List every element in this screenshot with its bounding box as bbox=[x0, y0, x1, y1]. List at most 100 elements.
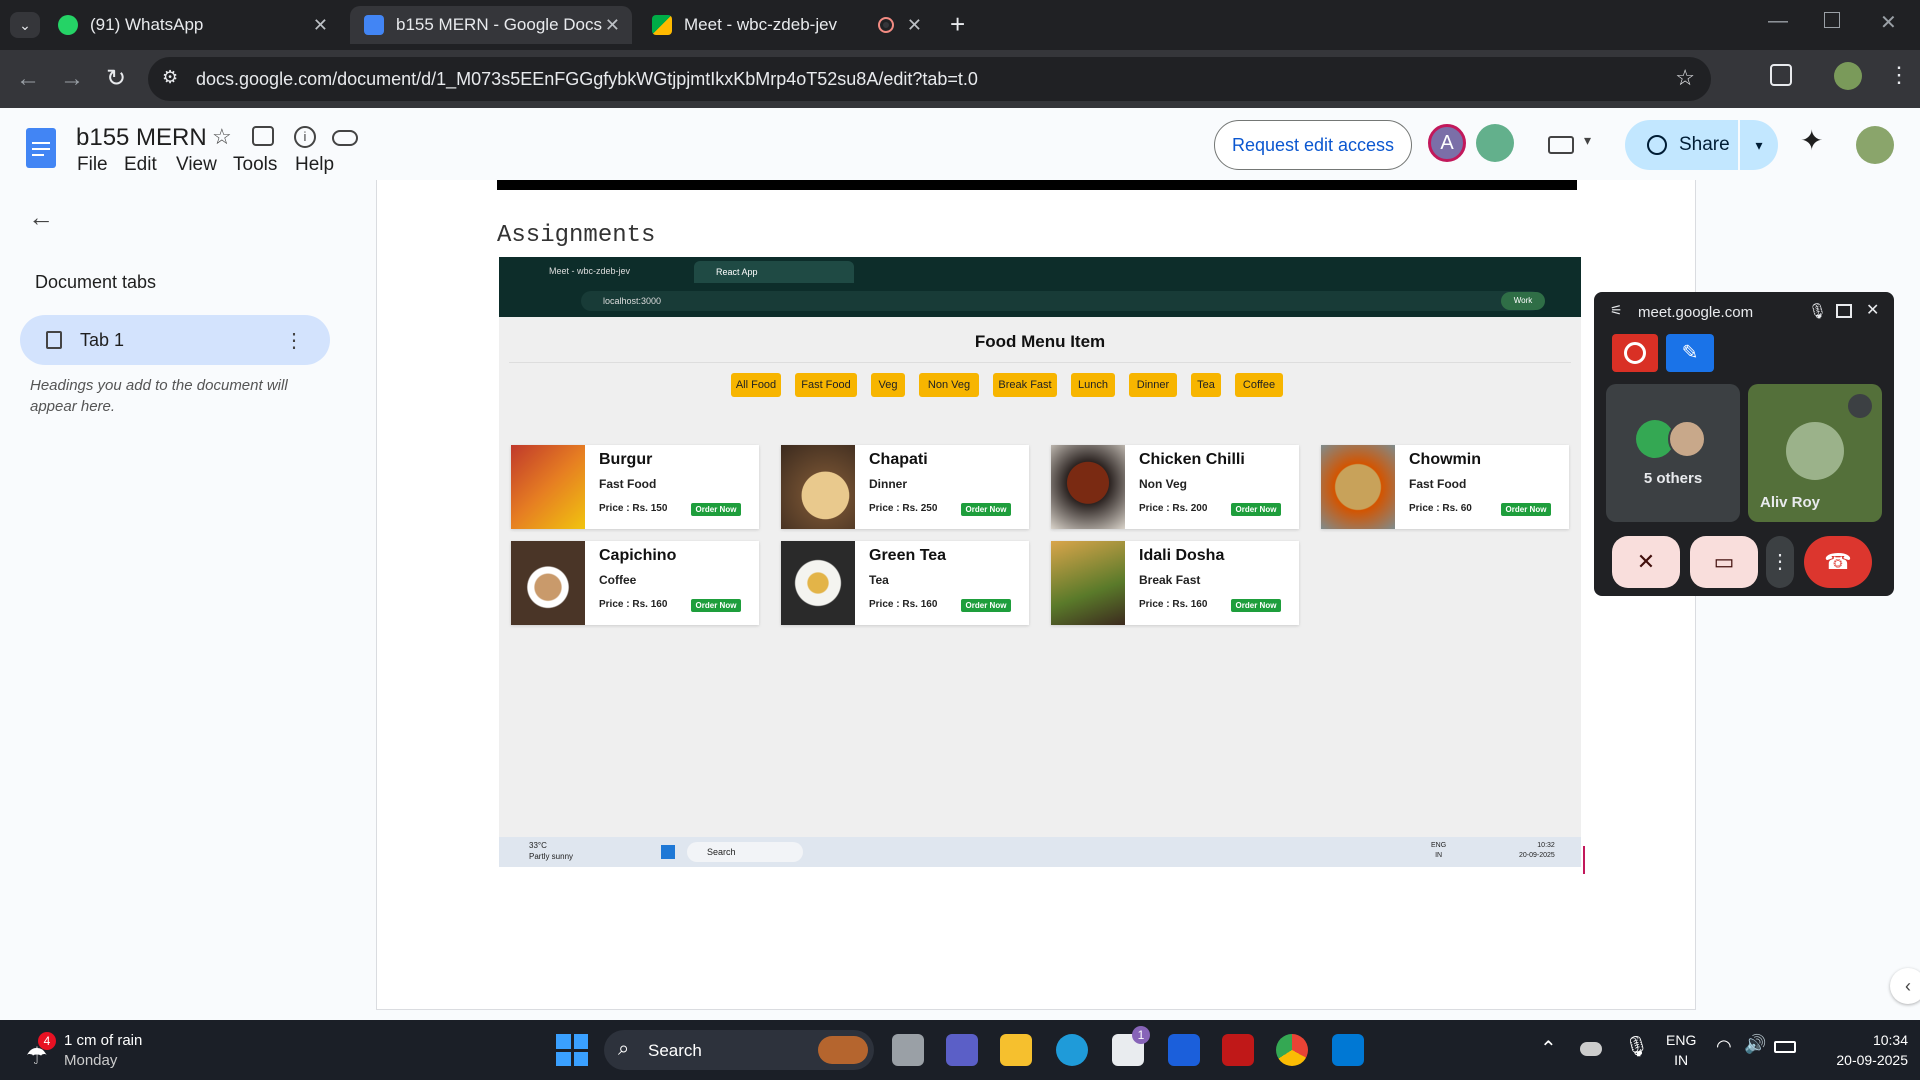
star-icon[interactable]: ☆ bbox=[212, 124, 232, 150]
file-explorer-icon[interactable] bbox=[1000, 1034, 1032, 1066]
meet-join-icon[interactable] bbox=[1548, 136, 1574, 154]
extensions-icon[interactable] bbox=[1770, 64, 1792, 86]
cloud-status-icon[interactable] bbox=[332, 130, 358, 146]
record-button[interactable] bbox=[1612, 334, 1658, 372]
edge-icon[interactable] bbox=[1056, 1034, 1088, 1066]
food-card: Green Tea Tea Price : Rs. 160 Order Now bbox=[781, 541, 1029, 625]
weather-widget[interactable]: ☂ 4 1 cm of rain Monday bbox=[22, 1030, 182, 1070]
share-chevron-icon[interactable]: ▾ bbox=[1738, 120, 1778, 170]
self-tile: Aliv Roy bbox=[1748, 384, 1882, 522]
black-divider bbox=[497, 180, 1577, 190]
close-icon[interactable]: ✕ bbox=[605, 15, 620, 36]
food-price: Price : Rs. 250 bbox=[869, 503, 938, 514]
microsoft-store-icon[interactable]: 1 bbox=[1112, 1026, 1150, 1066]
menu-view[interactable]: View bbox=[176, 154, 217, 176]
close-icon[interactable]: ✕ bbox=[907, 15, 922, 36]
meet-pip-window[interactable]: ⚟ meet.google.com 🎙 ✕ ✎ 5 others Aliv Ro… bbox=[1594, 292, 1894, 596]
taskbar-search-box[interactable]: ⌕ Search bbox=[604, 1030, 874, 1070]
food-image bbox=[1051, 541, 1125, 625]
close-icon[interactable]: ✕ bbox=[1866, 300, 1879, 320]
back-icon[interactable]: ← bbox=[16, 64, 40, 94]
tab-meet[interactable]: Meet - wbc-zdeb-jev ✕ bbox=[652, 6, 934, 44]
google-docs-icon bbox=[364, 15, 384, 35]
reload-icon[interactable]: ↻ bbox=[106, 64, 126, 94]
close-icon[interactable]: ✕ bbox=[313, 15, 328, 36]
tune-icon[interactable]: ⚟ bbox=[1610, 302, 1623, 319]
embedded-taskbar: 33°C Partly sunny Search ENG IN 10:32 20-09… bbox=[499, 837, 1581, 867]
chevron-down-icon[interactable]: ▾ bbox=[1584, 132, 1591, 149]
order-now-button: Order Now bbox=[1231, 503, 1281, 516]
tab-title: (91) WhatsApp bbox=[90, 15, 204, 34]
menu-help[interactable]: Help bbox=[295, 154, 334, 176]
tab-whatsapp[interactable]: (91) WhatsApp ✕ bbox=[58, 6, 340, 44]
more-options-icon[interactable]: ⋮ bbox=[1766, 536, 1794, 588]
bookmark-star-icon[interactable]: ☆ bbox=[1675, 65, 1695, 91]
sidebar-item-tab-1[interactable]: Tab 1 ⋮ bbox=[20, 315, 330, 365]
profile-avatar[interactable] bbox=[1834, 62, 1862, 90]
input-language[interactable]: ENG IN bbox=[1666, 1030, 1696, 1070]
embedded-weather: 33°C Partly sunny bbox=[529, 841, 574, 861]
food-category: Break Fast bbox=[1139, 573, 1201, 587]
back-arrow-icon[interactable]: ← bbox=[28, 202, 54, 233]
site-info-icon[interactable]: ⚙ bbox=[162, 67, 178, 88]
menu-tools[interactable]: Tools bbox=[233, 154, 277, 176]
unmute-button[interactable]: ✕ bbox=[1612, 536, 1680, 588]
expand-icon[interactable] bbox=[1836, 304, 1852, 318]
user-avatar-a[interactable]: A bbox=[1428, 124, 1466, 162]
food-card: Idali Dosha Break Fast Price : Rs. 160 O… bbox=[1051, 541, 1299, 625]
maximize-button[interactable] bbox=[1824, 12, 1840, 28]
camera-off-button[interactable]: ▭ bbox=[1690, 536, 1758, 588]
document-page[interactable]: Assignments Meet - wbc-zdeb-jev React Ap… bbox=[376, 180, 1696, 1010]
system-clock[interactable]: 10:34 20-09-2025 bbox=[1808, 1030, 1908, 1070]
info-icon[interactable]: i bbox=[294, 126, 316, 148]
google-meet-icon bbox=[652, 15, 672, 35]
food-name: Idali Dosha bbox=[1139, 547, 1225, 564]
vscode-icon[interactable] bbox=[1332, 1034, 1364, 1066]
teams-icon[interactable] bbox=[946, 1034, 978, 1066]
more-options-icon[interactable]: ⋮ bbox=[284, 328, 304, 353]
leave-call-button[interactable]: ☎ bbox=[1804, 536, 1872, 588]
move-to-drive-icon[interactable] bbox=[252, 126, 274, 146]
account-avatar[interactable] bbox=[1856, 126, 1894, 164]
mic-icon[interactable]: 🎙 bbox=[1808, 302, 1827, 320]
forward-icon[interactable]: → bbox=[60, 64, 84, 94]
tab-google-docs[interactable]: b155 MERN - Google Docs ✕ bbox=[350, 6, 632, 44]
search-highlight-image bbox=[818, 1036, 868, 1064]
food-price: Price : Rs. 160 bbox=[599, 599, 668, 610]
share-button[interactable]: Share ▾ bbox=[1625, 120, 1778, 170]
menu-file[interactable]: File bbox=[77, 154, 108, 176]
chrome-icon[interactable] bbox=[1276, 1034, 1308, 1066]
collapse-side-panel-button[interactable]: ‹ bbox=[1890, 968, 1920, 1004]
wifi-icon[interactable]: ◠ bbox=[1716, 1036, 1732, 1057]
chrome-menu-icon[interactable]: ⋮ bbox=[1888, 62, 1910, 88]
outline-hint: Headings you add to the document will ap… bbox=[30, 377, 288, 415]
battery-icon[interactable] bbox=[1774, 1041, 1796, 1053]
windows-start-icon[interactable] bbox=[556, 1034, 588, 1066]
volume-icon[interactable]: 🔊 bbox=[1744, 1034, 1766, 1055]
request-edit-access-button[interactable]: Request edit access bbox=[1214, 120, 1412, 170]
gemini-icon[interactable]: ✦ bbox=[1800, 124, 1823, 157]
anonymous-animal-avatar[interactable] bbox=[1476, 124, 1514, 162]
docs-logo-icon[interactable] bbox=[26, 128, 56, 168]
show-hidden-icons-chevron[interactable]: ⌃ bbox=[1540, 1036, 1557, 1061]
microphone-icon[interactable]: 🎙 bbox=[1624, 1034, 1649, 1059]
food-category: Fast Food bbox=[1409, 477, 1467, 491]
mcafee-icon[interactable] bbox=[1222, 1034, 1254, 1066]
onedrive-icon[interactable] bbox=[1580, 1042, 1602, 1056]
minimize-button[interactable]: — bbox=[1768, 10, 1788, 33]
close-window-button[interactable]: ✕ bbox=[1880, 10, 1897, 35]
task-view-icon[interactable] bbox=[892, 1034, 924, 1066]
category-tea: Tea bbox=[1191, 373, 1221, 397]
embedded-screenshot[interactable]: Meet - wbc-zdeb-jev React App localhost:… bbox=[499, 257, 1581, 867]
tab-search-button[interactable]: ⌄ bbox=[10, 12, 40, 38]
annotate-button[interactable]: ✎ bbox=[1666, 334, 1714, 372]
embedded-tray-lang: ENG IN bbox=[1431, 842, 1447, 859]
menu-edit[interactable]: Edit bbox=[124, 154, 157, 176]
text-cursor bbox=[1583, 846, 1585, 874]
powerautomate-icon[interactable] bbox=[1168, 1034, 1200, 1066]
document-title[interactable]: b155 MERN bbox=[76, 124, 207, 152]
new-tab-button[interactable]: + bbox=[950, 9, 965, 40]
embedded-tab-react: React App bbox=[694, 261, 854, 283]
embedded-tab-meet: Meet - wbc-zdeb-jev bbox=[549, 266, 631, 276]
address-bar[interactable]: ⚙ docs.google.com/document/d/1_M073s5EEn… bbox=[148, 57, 1711, 101]
